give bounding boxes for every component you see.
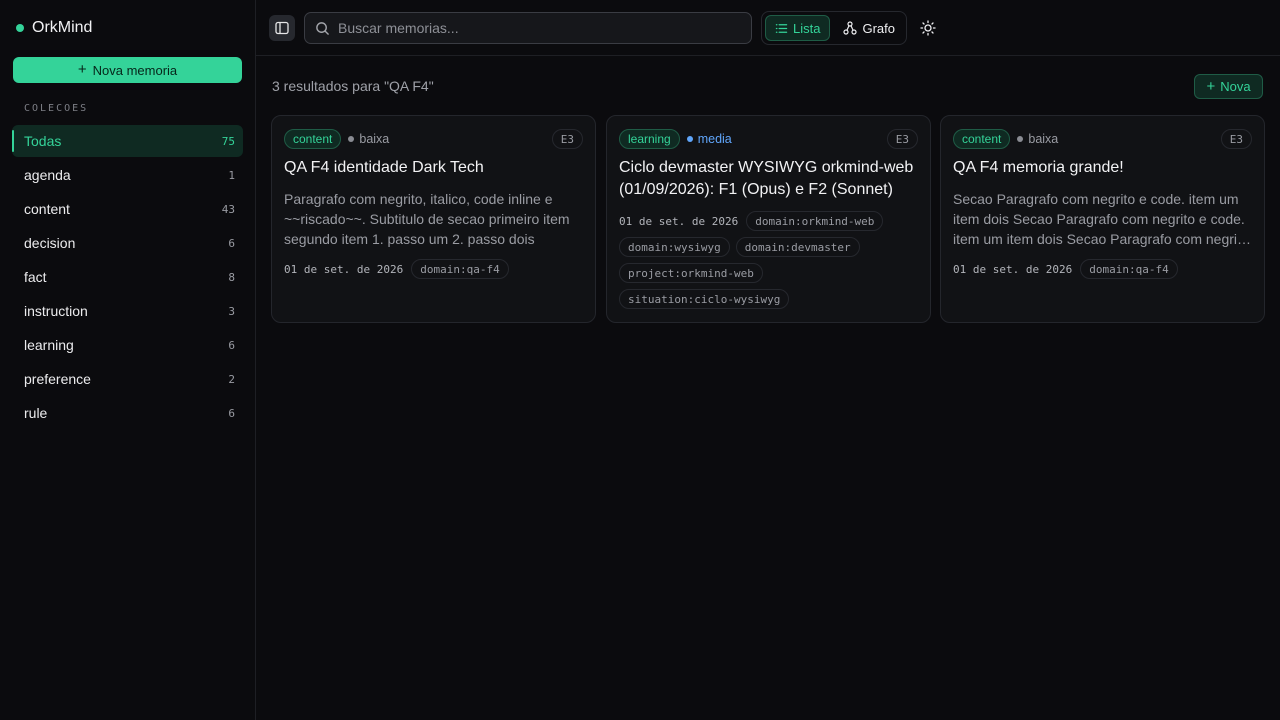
card-title: QA F4 identidade Dark Tech <box>284 159 484 176</box>
card-excerpt: Secao Paragrafo com negrito e code. item… <box>953 191 1249 247</box>
collections-heading: COLECOES <box>24 103 89 114</box>
brand-name: OrkMind <box>32 19 93 36</box>
search-icon <box>316 21 329 35</box>
sidebar-item-label: Todas <box>24 133 62 149</box>
sidebar-panel-icon <box>275 21 289 35</box>
sidebar-item-label: rule <box>24 405 48 421</box>
sidebar-item-todas[interactable]: Todas 75 <box>12 125 243 157</box>
card-title: Ciclo devmaster WYSIWYG orkmind-web (01/… <box>619 159 914 198</box>
tag-chip[interactable]: project:orkmind-web <box>619 263 763 283</box>
sidebar-item-count: 6 <box>228 406 235 420</box>
theme-toggle-button[interactable] <box>917 17 939 39</box>
priority-label: media <box>697 132 732 146</box>
sidebar-item-instruction[interactable]: instruction 3 <box>12 295 243 327</box>
plus-icon: + <box>1206 78 1216 95</box>
new-button[interactable]: + Nova <box>1194 74 1263 99</box>
card-meta: 01 de set. de 2026 domain:qa-f4 <box>284 259 583 279</box>
priority-indicator: media <box>686 132 732 146</box>
sidebar-item-count: 8 <box>228 270 235 284</box>
sidebar-item-count: 1 <box>228 168 235 182</box>
view-switcher: Lista Grafo <box>761 11 907 45</box>
card-date: 01 de set. de 2026 <box>619 214 739 228</box>
plus-icon: + <box>77 61 87 78</box>
card-title: QA F4 memoria grande! <box>953 159 1124 176</box>
sidebar-toggle-button[interactable] <box>269 15 295 41</box>
sidebar-item-content[interactable]: content 43 <box>12 193 243 225</box>
card-date: 01 de set. de 2026 <box>953 262 1073 276</box>
sidebar-item-learning[interactable]: learning 6 <box>12 329 243 361</box>
memory-card[interactable]: content baixa E3 QA F4 memoria grande! S… <box>940 115 1265 323</box>
results-summary: 3 resultados para "QA F4" <box>272 78 434 94</box>
sidebar-item-label: agenda <box>24 167 71 183</box>
sidebar-item-preference[interactable]: preference 2 <box>12 363 243 395</box>
level-badge: E3 <box>551 129 583 149</box>
sun-icon <box>920 20 936 36</box>
sidebar-item-label: fact <box>24 269 47 285</box>
sidebar-item-count: 75 <box>221 134 235 148</box>
tag-chip[interactable]: situation:ciclo-wysiwyg <box>619 289 790 309</box>
search-box <box>304 12 752 44</box>
brand[interactable]: OrkMind <box>16 18 92 38</box>
sidebar-item-rule[interactable]: rule 6 <box>12 397 243 429</box>
priority-label: baixa <box>359 132 390 146</box>
sidebar: OrkMind + Nova memoria COLECOES Todas 75… <box>0 0 256 720</box>
sidebar-item-agenda[interactable]: agenda 1 <box>12 159 243 191</box>
card-meta: 01 de set. de 2026 domain:orkmind-web do… <box>619 211 918 309</box>
level-badge: E3 <box>886 129 918 149</box>
new-button-label: Nova <box>1220 79 1251 94</box>
tag-chip[interactable]: domain:qa-f4 <box>411 259 509 279</box>
sidebar-item-label: learning <box>24 337 74 353</box>
tag-chip[interactable]: domain:qa-f4 <box>1080 259 1178 279</box>
sidebar-item-label: instruction <box>24 303 88 319</box>
sidebar-item-count: 43 <box>221 202 235 216</box>
priority-indicator: baixa <box>348 132 389 146</box>
type-badge: content <box>284 129 342 149</box>
graph-icon <box>843 21 858 35</box>
tag-chip[interactable]: domain:devmaster <box>735 237 860 257</box>
sidebar-item-label: content <box>24 201 70 217</box>
topbar: Lista Grafo <box>256 0 1280 56</box>
memory-card[interactable]: learning media E3 Ciclo devmaster WYSIWY… <box>606 115 931 323</box>
list-icon <box>775 23 788 33</box>
card-meta: 01 de set. de 2026 domain:qa-f4 <box>953 259 1252 279</box>
sidebar-item-count: 6 <box>228 236 235 250</box>
priority-dot-icon <box>348 136 355 142</box>
tag-chip[interactable]: domain:wysiwyg <box>619 237 730 257</box>
priority-label: baixa <box>1028 132 1059 146</box>
brand-dot-icon <box>16 24 24 32</box>
view-list-label: Lista <box>793 20 821 36</box>
sidebar-item-fact[interactable]: fact 8 <box>12 261 243 293</box>
search-input[interactable] <box>338 20 728 36</box>
collections-nav: Todas 75 agenda 1 content 43 decision 6 … <box>12 125 243 431</box>
new-memory-button[interactable]: + Nova memoria <box>13 57 242 83</box>
sidebar-item-count: 3 <box>228 304 235 318</box>
sidebar-item-count: 2 <box>228 372 235 386</box>
priority-indicator: baixa <box>1017 132 1058 146</box>
sidebar-item-label: decision <box>24 235 76 251</box>
tag-chip[interactable]: domain:orkmind-web <box>746 211 884 231</box>
view-graph-button[interactable]: Grafo <box>834 15 904 41</box>
new-memory-label: Nova memoria <box>92 62 178 78</box>
view-list-button[interactable]: Lista <box>765 15 831 41</box>
sidebar-item-count: 6 <box>228 338 235 352</box>
card-excerpt: Paragrafo com negrito, italico, code inl… <box>284 191 570 247</box>
memory-card[interactable]: content baixa E3 QA F4 identidade Dark T… <box>271 115 596 323</box>
sidebar-item-label: preference <box>24 371 91 387</box>
card-date: 01 de set. de 2026 <box>284 262 404 276</box>
view-graph-label: Grafo <box>862 20 895 36</box>
sidebar-item-decision[interactable]: decision 6 <box>12 227 243 259</box>
type-badge: learning <box>619 129 680 149</box>
type-badge: content <box>953 129 1011 149</box>
priority-dot-icon <box>686 136 693 142</box>
level-badge: E3 <box>1220 129 1252 149</box>
priority-dot-icon <box>1017 136 1024 142</box>
